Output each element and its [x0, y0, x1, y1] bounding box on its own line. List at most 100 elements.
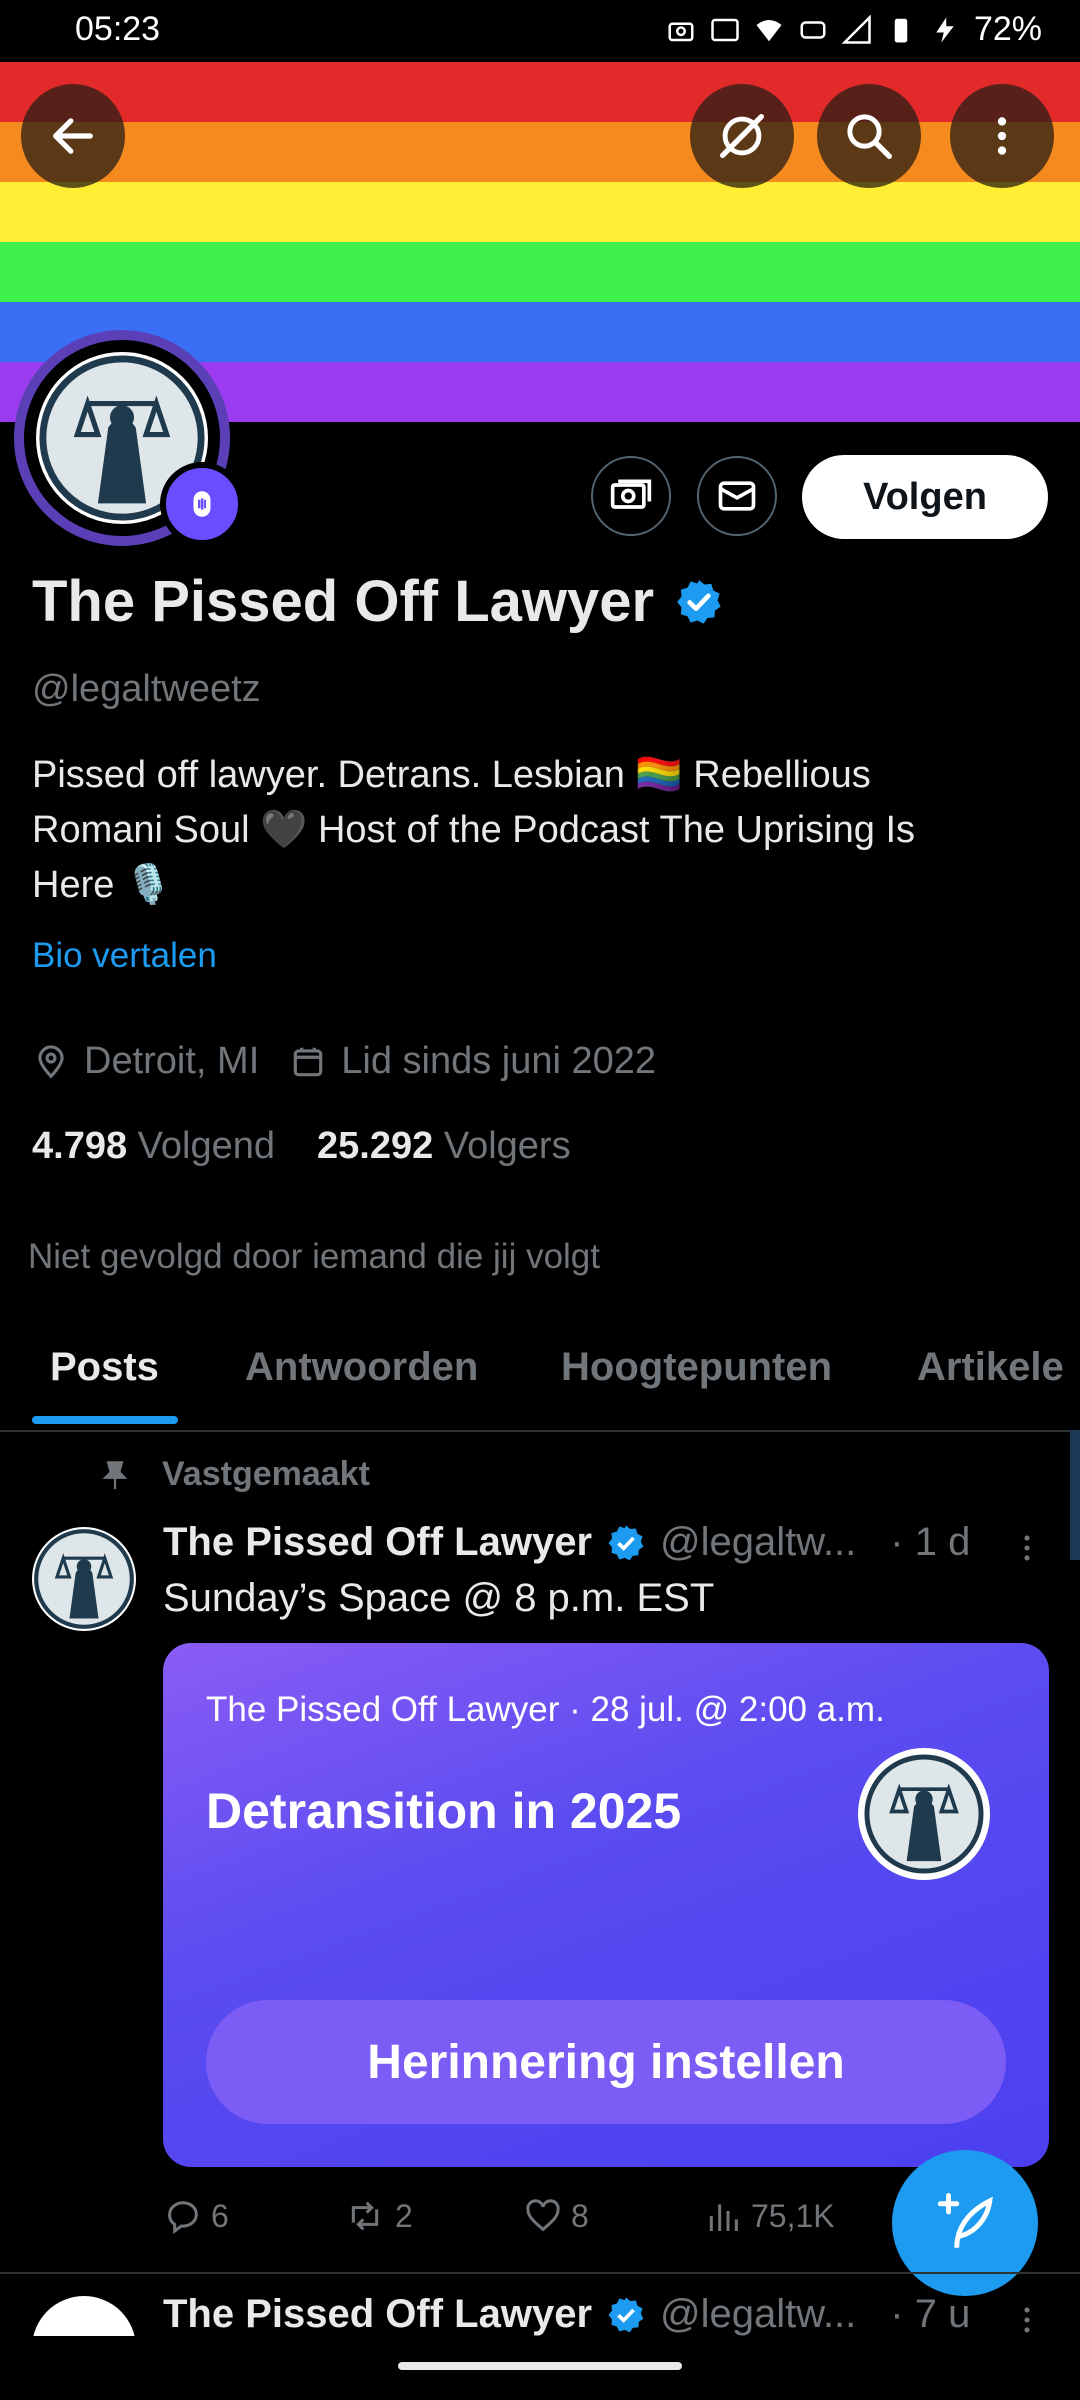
space-title: Detransition in 2025: [206, 1783, 682, 1839]
verified-badge-icon: [608, 2297, 644, 2332]
post-actions: 6 2 8 75,1K: [163, 2196, 923, 2236]
verified-badge-icon: [608, 1525, 644, 1560]
bio-line: Here 🎙️: [32, 864, 173, 906]
pinned-label: Vastgemaakt: [162, 1455, 370, 1493]
profile-handle: @legaltweetz: [32, 668, 261, 710]
next-post-handle[interactable]: @legaltw...: [660, 2292, 856, 2337]
next-post-author[interactable]: The Pissed Off Lawyer: [163, 2292, 592, 2337]
status-icons: 72%: [666, 10, 1042, 49]
tab-articles[interactable]: Artikele: [917, 1345, 1064, 1390]
money-icon: [610, 479, 652, 509]
arrow-left-icon: [53, 118, 93, 154]
like-button[interactable]: 8: [523, 2196, 703, 2236]
space-meta: The Pissed Off Lawyer · 28 jul. @ 2:00 a…: [206, 1690, 885, 1729]
bio-line: Romani Soul 🖤 Host of the Podcast The Up…: [32, 809, 916, 851]
view-count: 75,1K: [751, 2197, 835, 2234]
calendar-icon: [294, 1047, 323, 1076]
set-reminder-button[interactable]: Herinnering instellen: [206, 2000, 1006, 2124]
grok-icon: [720, 114, 764, 158]
subscribe-button[interactable]: [591, 456, 671, 536]
gesture-nav-handle[interactable]: [398, 2362, 682, 2370]
profile-display-name: The Pissed Off Lawyer: [32, 569, 655, 634]
repost-icon: [351, 2201, 379, 2231]
more-button[interactable]: [950, 84, 1054, 188]
more-vertical-icon: [1024, 2307, 1030, 2333]
reply-button[interactable]: 6: [163, 2196, 343, 2236]
tab-replies[interactable]: Antwoorden: [245, 1345, 478, 1390]
follow-button[interactable]: Volgen: [802, 455, 1048, 539]
banner-stripe-green: [0, 242, 1080, 302]
views-button[interactable]: 75,1K: [703, 2196, 883, 2236]
space-host-badge[interactable]: [160, 462, 244, 546]
envelope-icon: [718, 481, 756, 511]
tab-highlights[interactable]: Hoogtepunten: [561, 1345, 832, 1390]
scrollbar[interactable]: [1070, 1430, 1080, 1560]
follow-counts: 4.798 Volgend 25.292 Volgers: [32, 1125, 571, 1168]
tab-posts[interactable]: Posts: [50, 1345, 159, 1390]
battery-icon: [894, 18, 908, 42]
message-button[interactable]: [697, 456, 777, 536]
bio-line: Pissed off lawyer. Detrans. Lesbian 🏳️‍🌈…: [32, 754, 871, 796]
post-header: The Pissed Off Lawyer @legaltw... · 1 d: [163, 1520, 970, 1565]
post-avatar[interactable]: [32, 1527, 136, 1631]
volte-icon: [800, 20, 826, 39]
lady-justice-logo: [864, 1754, 984, 1874]
repost-button[interactable]: 2: [343, 2196, 523, 2236]
pin-icon: [102, 1460, 128, 1489]
verified-badge-icon[interactable]: [674, 577, 724, 627]
grok-button[interactable]: [690, 84, 794, 188]
location-text: Detroit, MI: [84, 1040, 260, 1082]
location-pin-icon: [38, 1044, 64, 1078]
reply-icon: [168, 2201, 198, 2234]
next-post-avatar[interactable]: [32, 2296, 136, 2336]
more-vertical-icon: [997, 117, 1007, 155]
signal-icon: [841, 14, 871, 44]
profile-meta: Detroit, MI Lid sinds juni 2022: [32, 1040, 656, 1083]
join-date: Lid sinds juni 2022: [289, 1040, 656, 1083]
feather-plus-icon: [937, 2193, 993, 2248]
followers-label: Volgers: [443, 1125, 571, 1167]
banner-stripe-red: [0, 62, 1080, 122]
charging-icon: [936, 17, 954, 42]
battery-percent: 72%: [973, 10, 1042, 48]
space-host-avatar: [858, 1748, 990, 1880]
reply-count: 6: [211, 2197, 229, 2234]
like-count: 8: [571, 2197, 589, 2234]
followers-count: 25.292: [317, 1125, 434, 1167]
join-date-text: Lid sinds juni 2022: [341, 1040, 657, 1082]
analytics-icon: [709, 2204, 738, 2231]
not-followed-note: Niet gevolgd door iemand die jij volgt: [28, 1237, 600, 1276]
translate-bio-link[interactable]: Bio vertalen: [32, 936, 217, 976]
status-time: 05:23: [75, 10, 161, 48]
next-post-time: · 7 u: [890, 2292, 971, 2336]
lady-justice-logo: [34, 1529, 134, 1629]
pinned-indicator: Vastgemaakt: [98, 1455, 370, 1494]
banner-stripe-yellow: [0, 182, 1080, 242]
location: Detroit, MI: [32, 1040, 259, 1083]
post-handle[interactable]: @legaltw...: [660, 1520, 856, 1565]
search-button[interactable]: [817, 84, 921, 188]
profile-tabs: Posts Antwoorden Hoogtepunten Artikele: [0, 1310, 1080, 1432]
wifi-icon: [756, 19, 782, 41]
following-count: 4.798: [32, 1125, 128, 1167]
post-more-button[interactable]: [1010, 1528, 1044, 1573]
followers-link[interactable]: 25.292 Volgers: [317, 1125, 571, 1168]
post-divider: [0, 2272, 1080, 2274]
post-author[interactable]: The Pissed Off Lawyer: [163, 1520, 592, 1565]
auto-icon: [711, 18, 739, 41]
camera-icon: [668, 22, 694, 41]
following-link[interactable]: 4.798 Volgend: [32, 1125, 275, 1168]
avatar-circle: [32, 2296, 136, 2336]
post-time: · 1 d: [890, 1520, 971, 1564]
more-vertical-icon: [1024, 1535, 1030, 1561]
active-tab-indicator: [32, 1416, 178, 1424]
microphone-icon: [193, 491, 211, 517]
following-label: Volgend: [137, 1125, 276, 1167]
heart-icon: [526, 2199, 560, 2232]
repost-count: 2: [395, 2197, 413, 2234]
next-post-header: The Pissed Off Lawyer @legaltw... · 7 u: [163, 2292, 970, 2337]
compose-post-button[interactable]: [892, 2150, 1038, 2296]
post-text: Sunday’s Space @ 8 p.m. EST: [163, 1576, 715, 1620]
search-icon: [847, 114, 892, 159]
back-button[interactable]: [21, 84, 125, 188]
